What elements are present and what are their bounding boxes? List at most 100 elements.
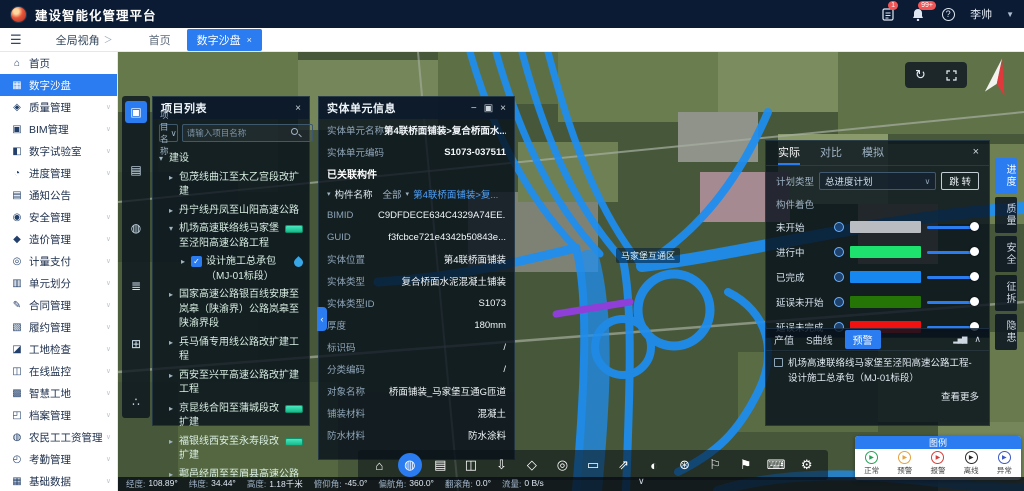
component-filter-all[interactable]: 全部	[383, 187, 402, 201]
sidebar-item-site-inspection[interactable]: ◪ 工地检查 ∨	[0, 338, 117, 360]
vtab-safety[interactable]: 安全	[995, 236, 1017, 272]
search-icon[interactable]	[291, 128, 298, 135]
sidebar-item-cost[interactable]: ◆ 造价管理 ∨	[0, 228, 117, 250]
tree-caret-icon[interactable]: ▾	[159, 152, 169, 166]
opacity-slider[interactable]	[927, 222, 979, 232]
project-tree-item[interactable]: ▸ 西安至兴平高速公路改扩建工程	[159, 369, 303, 398]
project-tree-item[interactable]: ▾ 建设	[159, 152, 303, 167]
see-more-link[interactable]: 查看更多	[766, 386, 989, 403]
checkbox-checked-icon[interactable]: ✓	[191, 256, 202, 267]
locate-icon[interactable]: ◎	[550, 453, 574, 477]
minimize-icon[interactable]: −	[471, 103, 477, 114]
project-tree-item[interactable]: ▸ 国家高速公路银百线安康至岚皋（陕渝界）公路岚皋至陕渝界段	[159, 288, 303, 332]
close-icon[interactable]: ×	[500, 103, 506, 114]
collapse-icon[interactable]: ∧	[974, 334, 981, 345]
todo-icon[interactable]: 1	[880, 6, 896, 22]
project-tree-item[interactable]: ▸ 包茂线曲江至太乙宫段改扩建	[159, 171, 303, 200]
tab-warning[interactable]: 预警	[845, 330, 881, 349]
fly-icon[interactable]: ⇗	[612, 453, 636, 477]
opacity-slider[interactable]	[927, 297, 979, 307]
tree-caret-icon[interactable]: ▸	[181, 255, 191, 269]
panorama-360-icon[interactable]: ⊛	[673, 453, 697, 477]
reset-view-icon[interactable]: ↻	[915, 67, 926, 83]
vtab-hazard[interactable]: 隐患	[995, 314, 1017, 350]
sidebar-item-digital-lab[interactable]: ◧ 数字试验室 ∨	[0, 140, 117, 162]
help-icon[interactable]: ?	[940, 6, 956, 22]
close-icon[interactable]: ×	[295, 103, 301, 114]
tab-compare[interactable]: 对比	[820, 141, 842, 165]
project-tree-item[interactable]: ▾ 机场高速联络线马家堡至泾阳高速公路工程	[159, 222, 303, 251]
sidebar-item-performance[interactable]: ▧ 履约管理 ∨	[0, 316, 117, 338]
tab-close-icon[interactable]: ×	[247, 35, 252, 45]
expand-icon[interactable]: ▣	[484, 103, 493, 114]
project-name-filter-select[interactable]: 项目名称∨	[159, 124, 178, 142]
notification-bell-icon[interactable]: 99+	[910, 6, 926, 22]
opacity-slider[interactable]	[927, 247, 979, 257]
compass-icon[interactable]	[976, 54, 1020, 102]
flag-icon[interactable]: ⚑	[734, 453, 758, 477]
project-tree-item[interactable]: ▸ 兵马俑专用线公路改扩建工程	[159, 336, 303, 365]
sidebar-item-base-data[interactable]: ▦ 基础数据 ∨	[0, 470, 117, 491]
sidebar-item-digital-sandbox[interactable]: ▦ 数字沙盘	[0, 74, 117, 96]
color-picker-icon[interactable]	[834, 247, 844, 257]
fullscreen-icon[interactable]	[946, 70, 957, 81]
color-picker-icon[interactable]	[834, 297, 844, 307]
sidebar-item-bim[interactable]: ▣ BIM管理 ∨	[0, 118, 117, 140]
layers-tool-icon[interactable]: ≣	[125, 275, 147, 297]
component-filter-selected[interactable]: 第4联桥面铺装>复...	[413, 187, 498, 201]
sidebar-item-smart-site[interactable]: ▩ 智慧工地 ∨	[0, 382, 117, 404]
sidebar-item-notice[interactable]: ▤ 通知公告	[0, 184, 117, 206]
layers-download-icon[interactable]: ⇩	[489, 453, 513, 477]
vtab-expropriation[interactable]: 征拆	[995, 275, 1017, 311]
sidebar-item-home[interactable]: ⌂ 首页	[0, 52, 117, 74]
measure-icon[interactable]: ▤	[428, 453, 452, 477]
tab-s-curve[interactable]: S曲线	[806, 332, 833, 347]
statusbar-collapse-icon[interactable]: ∨	[638, 476, 645, 487]
vtab-progress[interactable]: 进度	[995, 158, 1017, 194]
folder-tool-icon[interactable]: ▤	[125, 159, 147, 181]
opacity-slider[interactable]	[927, 272, 979, 282]
entity-panel-collapse-handle[interactable]: ‹	[317, 307, 327, 331]
sidebar-item-migrant-wages[interactable]: ◍ 农民工工资管理 ∨	[0, 426, 117, 448]
user-name[interactable]: 李帅	[970, 6, 992, 22]
sidebar-item-safety[interactable]: ◉ 安全管理 ∨	[0, 206, 117, 228]
sidebar-item-progress[interactable]: ◔ 进度管理 ∨	[0, 162, 117, 184]
tree-caret-icon[interactable]: ▸	[169, 369, 179, 383]
color-picker-icon[interactable]	[834, 272, 844, 282]
tree-caret-icon[interactable]: ▸	[169, 435, 179, 449]
signpost-icon[interactable]: ⚐	[703, 453, 727, 477]
tab-output-value[interactable]: 产值	[774, 332, 794, 347]
project-tree-item[interactable]: ▸ ✓ 设计施工总承包（MJ-01标段）	[159, 255, 303, 284]
plan-type-select[interactable]: 总进度计划 ∨	[819, 172, 936, 190]
sidebar-item-contract[interactable]: ✎ 合同管理 ∨	[0, 294, 117, 316]
slider-knob[interactable]	[970, 247, 979, 256]
user-dropdown-caret-icon[interactable]: ▼	[1006, 10, 1014, 19]
slider-knob[interactable]	[970, 222, 979, 231]
project-tree-item[interactable]: ▸ 福银线西安至永寿段改扩建	[159, 435, 303, 464]
map-viewport[interactable]: 马家堡互通区 ▣ ▤ ◍ ≣ ⊞ ∴	[118, 52, 1024, 491]
sidebar-item-archive[interactable]: ◰ 档案管理 ∨	[0, 404, 117, 426]
tab-simulate[interactable]: 模拟	[862, 141, 884, 165]
sidebar-item-attendance[interactable]: ◴ 考勤管理 ∨	[0, 448, 117, 470]
project-tree-item[interactable]: ▸ 丹宁线丹凤至山阳高速公路	[159, 204, 303, 219]
settings-icon[interactable]: ⚙	[795, 453, 819, 477]
apps-grid-tool-icon[interactable]: ⊞	[125, 333, 147, 355]
bar-chart-icon[interactable]: ▂▅▇	[953, 336, 966, 344]
tab-actual[interactable]: 实际	[778, 141, 800, 165]
slider-knob[interactable]	[970, 297, 979, 306]
tree-caret-icon[interactable]: ▸	[169, 171, 179, 185]
slider-knob[interactable]	[970, 272, 979, 281]
model-box-icon[interactable]: ◇	[520, 453, 544, 477]
menu-toggle-icon[interactable]: ☰	[10, 32, 22, 48]
global-view-label[interactable]: 全局视角	[56, 32, 100, 48]
vtab-quality[interactable]: 质量	[995, 197, 1017, 233]
roam-icon[interactable]: ▭	[581, 453, 605, 477]
tree-caret-icon[interactable]: ▸	[169, 336, 179, 350]
close-icon[interactable]: ×	[973, 146, 979, 158]
sidebar-item-measurement-payment[interactable]: ◎ 计量支付 ∨	[0, 250, 117, 272]
chevron-down-icon[interactable]: ▾	[406, 190, 410, 198]
page-tab[interactable]: 首页	[139, 29, 181, 51]
page-tab[interactable]: 数字沙盘 ×	[187, 29, 262, 51]
jump-button[interactable]: 跳 转	[941, 172, 979, 190]
earth-icon[interactable]: ◍	[398, 453, 422, 477]
